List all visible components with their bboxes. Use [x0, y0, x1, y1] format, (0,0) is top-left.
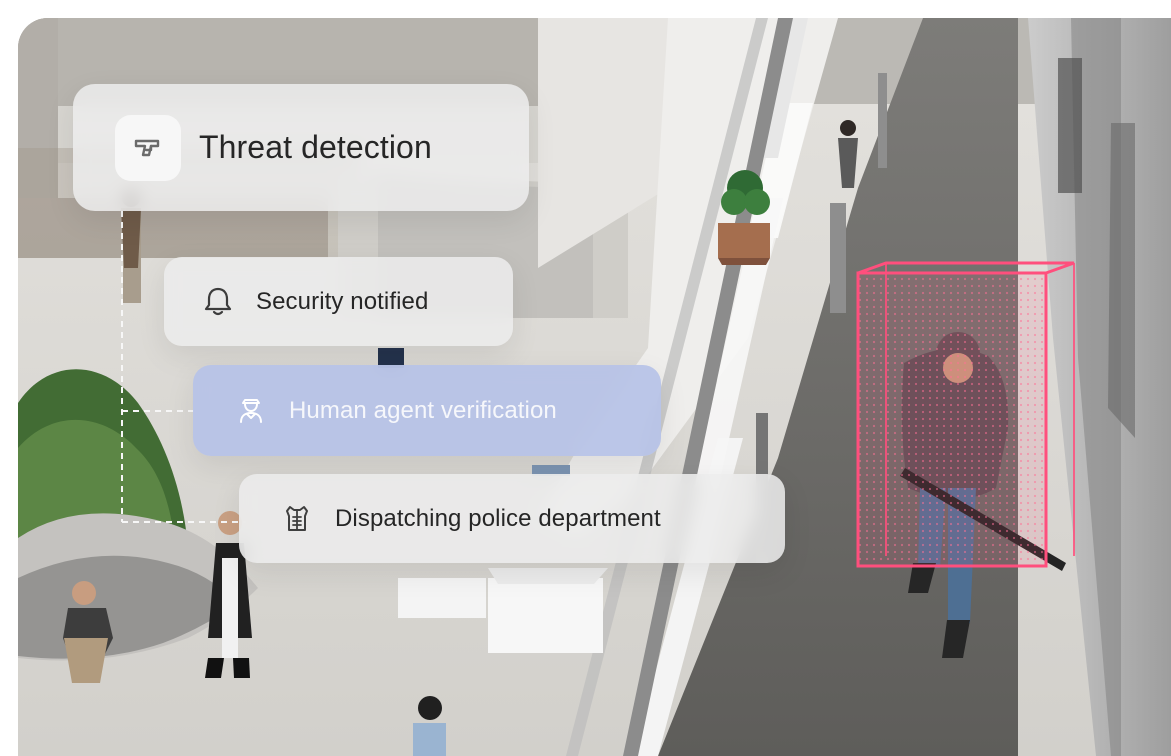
dispatching-police-department-label: Dispatching police department [335, 504, 661, 532]
bell-icon [198, 282, 238, 322]
bulletproof-vest-icon [277, 499, 317, 539]
security-notified-card: Security notified [164, 257, 513, 346]
human-agent-verification-label: Human agent verification [289, 396, 557, 424]
security-notified-label: Security notified [256, 287, 429, 315]
threat-detection-card: Threat detection [73, 84, 529, 211]
screenshot-canvas: Threat detection Security notified Human… [0, 0, 1171, 756]
gun-icon-container [115, 114, 181, 181]
security-guard-icon [231, 391, 271, 431]
threat-detection-label: Threat detection [199, 129, 432, 165]
dispatching-police-department-card: Dispatching police department [239, 474, 785, 563]
human-agent-verification-card: Human agent verification [193, 365, 661, 456]
gun-icon [128, 128, 168, 168]
